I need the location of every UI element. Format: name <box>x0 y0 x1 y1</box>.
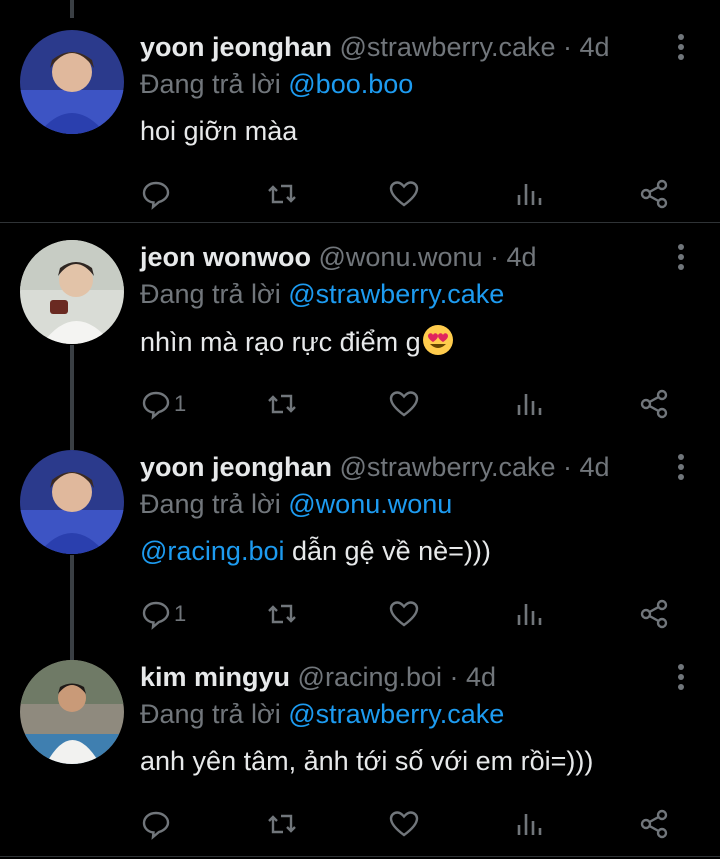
views-icon <box>517 814 542 835</box>
more-icon[interactable] <box>676 664 686 694</box>
action-bar: 1 <box>0 384 720 424</box>
reply-icon <box>142 181 170 210</box>
like-button[interactable] <box>388 594 420 634</box>
share-button[interactable] <box>638 594 670 634</box>
retweet-button[interactable] <box>266 594 298 634</box>
timestamp: · 4d <box>490 242 537 272</box>
reply-mention[interactable]: @strawberry.cake <box>288 699 504 729</box>
action-bar: 1 <box>0 594 720 634</box>
reply-button[interactable] <box>140 174 174 214</box>
divider <box>0 222 720 223</box>
timestamp: · 4d <box>449 662 497 692</box>
tweet-header: jeon wonwoo @wonu.wonu · 4d <box>140 240 537 274</box>
views-icon <box>517 604 542 625</box>
views-button[interactable] <box>514 594 546 634</box>
more-icon[interactable] <box>676 34 686 64</box>
reply-icon <box>142 811 170 840</box>
share-button[interactable] <box>638 174 670 214</box>
retweet-icon <box>268 394 296 414</box>
views-icon <box>517 394 542 415</box>
tweet-header: yoon jeonghan @strawberry.cake · 4d <box>140 450 610 484</box>
tweet-text: @racing.boi dẫn gệ về nè=))) <box>140 533 491 569</box>
user-handle[interactable]: @racing.boi <box>298 662 442 692</box>
views-button[interactable] <box>514 174 546 214</box>
retweet-button[interactable] <box>266 174 298 214</box>
avatar[interactable] <box>20 660 124 764</box>
views-icon <box>517 184 542 205</box>
like-button[interactable] <box>388 384 420 424</box>
reply-count: 1 <box>174 391 187 416</box>
share-button[interactable] <box>638 384 670 424</box>
retweet-icon <box>268 814 296 834</box>
reply-button[interactable]: 1 <box>140 594 186 634</box>
tweet-header: kim mingyu @racing.boi · 4d <box>140 660 496 694</box>
retweet-button[interactable] <box>266 384 298 424</box>
tweet[interactable]: jeon wonwoo @wonu.wonu · 4d Đang trả lời… <box>0 224 720 434</box>
tweet-text-content: nhìn mà rạo rực điểm g <box>140 327 421 357</box>
retweet-button[interactable] <box>266 804 298 844</box>
reply-context: Đang trả lời @boo.boo <box>140 67 413 101</box>
tweet[interactable]: yoon jeonghan @strawberry.cake · 4d Đang… <box>0 14 720 222</box>
user-handle[interactable]: @wonu.wonu <box>319 242 483 272</box>
share-icon <box>640 389 668 419</box>
user-handle[interactable]: @strawberry.cake <box>340 452 556 482</box>
reply-context: Đang trả lời @wonu.wonu <box>140 487 452 521</box>
reply-count: 1 <box>174 601 187 626</box>
reply-prefix: Đang trả lời <box>140 699 289 729</box>
views-button[interactable] <box>514 384 546 424</box>
reply-button[interactable]: 1 <box>140 384 186 424</box>
timestamp: · 4d <box>563 32 610 62</box>
reply-icon <box>142 391 170 420</box>
action-bar <box>0 174 720 214</box>
like-icon <box>389 181 419 207</box>
tweet[interactable]: yoon jeonghan @strawberry.cake · 4d Đang… <box>0 434 720 644</box>
share-button[interactable] <box>638 804 670 844</box>
tweet-text: nhìn mà rạo rực điểm g <box>140 323 455 360</box>
tweet-text-content: dẫn gệ về nè=))) <box>284 536 491 566</box>
action-bar <box>0 804 720 844</box>
share-icon <box>640 179 668 209</box>
text-mention[interactable]: @racing.boi <box>140 536 284 566</box>
tweet-text: hoi giỡn màa <box>140 116 298 146</box>
tweet-text: anh yên tâm, ảnh tới số với em rồi=))) <box>140 746 594 776</box>
reply-icon <box>142 601 170 630</box>
more-icon[interactable] <box>676 454 686 484</box>
user-handle[interactable]: @strawberry.cake <box>340 32 556 62</box>
avatar[interactable] <box>20 240 124 344</box>
reply-mention[interactable]: @strawberry.cake <box>288 279 504 309</box>
like-button[interactable] <box>388 804 420 844</box>
share-icon <box>640 599 668 629</box>
avatar[interactable] <box>20 450 124 554</box>
heart-eyes-emoji-icon <box>422 325 453 355</box>
display-name[interactable]: jeon wonwoo <box>140 242 311 272</box>
views-button[interactable] <box>514 804 546 844</box>
display-name[interactable]: yoon jeonghan <box>140 32 332 62</box>
timestamp: · 4d <box>563 452 610 482</box>
display-name[interactable]: kim mingyu <box>140 662 290 692</box>
retweet-icon <box>268 184 296 204</box>
reply-context: Đang trả lời @strawberry.cake <box>140 277 504 311</box>
like-icon <box>389 391 419 417</box>
reply-prefix: Đang trả lời <box>140 279 289 309</box>
reply-prefix: Đang trả lời <box>140 69 289 99</box>
more-icon[interactable] <box>676 244 686 274</box>
tweet-header: yoon jeonghan @strawberry.cake · 4d <box>140 30 610 64</box>
share-icon <box>640 809 668 839</box>
reply-context: Đang trả lời @strawberry.cake <box>140 697 504 731</box>
like-icon <box>389 811 419 837</box>
like-icon <box>389 601 419 627</box>
reply-mention[interactable]: @boo.boo <box>288 69 413 99</box>
retweet-icon <box>268 604 296 624</box>
reply-button[interactable] <box>140 804 174 844</box>
divider <box>0 856 720 857</box>
reply-mention[interactable]: @wonu.wonu <box>288 489 452 519</box>
like-button[interactable] <box>388 174 420 214</box>
tweet[interactable]: kim mingyu @racing.boi · 4d Đang trả lời… <box>0 644 720 856</box>
display-name[interactable]: yoon jeonghan <box>140 452 332 482</box>
avatar[interactable] <box>20 30 124 134</box>
reply-prefix: Đang trả lời <box>140 489 289 519</box>
